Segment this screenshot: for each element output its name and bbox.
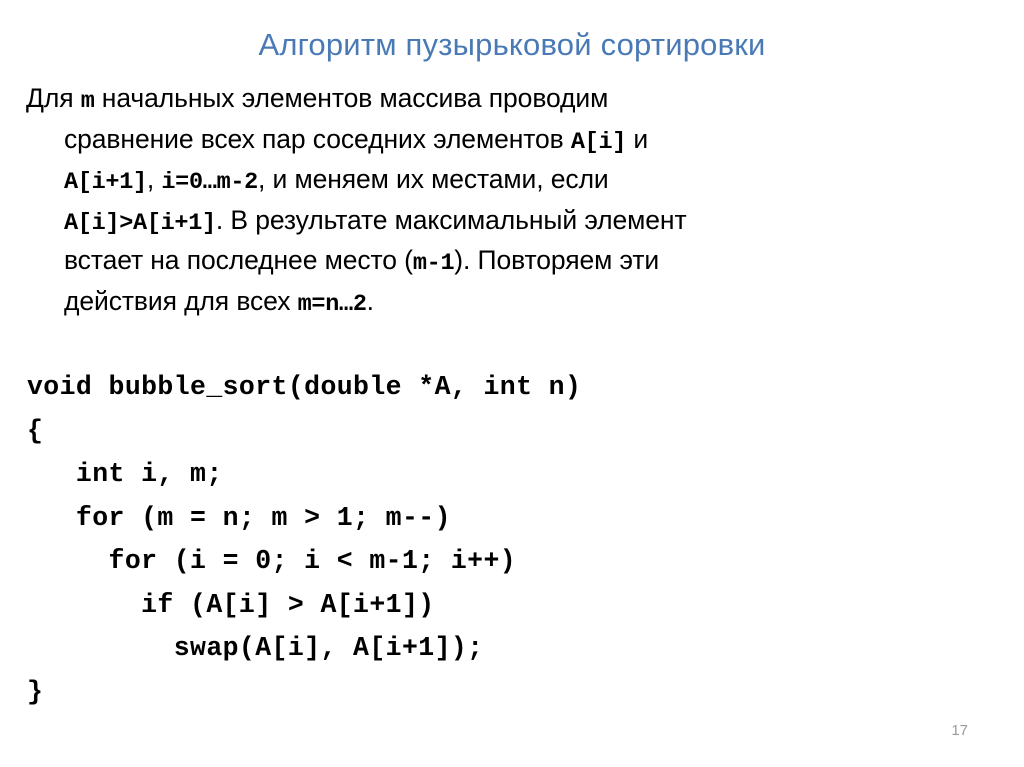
- code-line: int i, m;: [27, 459, 223, 489]
- inline-code: A[i]>A[i+1]: [64, 209, 216, 237]
- code-line: {: [27, 415, 44, 446]
- code-line: void bubble_sort(double *A, int n): [27, 372, 582, 402]
- inline-code: m=n…2: [297, 290, 367, 318]
- inline-code: A[i+1]: [64, 169, 147, 197]
- page-title: Алгоритм пузырьковой сортировки: [258, 26, 766, 62]
- paragraph-text: . В результате максимальный элемент: [215, 204, 687, 235]
- code-line: for (m = n; m > 1; m--): [27, 502, 451, 533]
- inline-code: A[i]: [570, 128, 627, 156]
- paragraph-text: встает на последнее место (: [64, 245, 413, 276]
- inline-code: m: [80, 88, 95, 115]
- paragraph-line: Для m начальных элементов массива провод…: [26, 80, 1006, 121]
- slide: Алгоритм пузырьковой сортировки Для m на…: [0, 0, 1024, 767]
- inline-code: m-1: [412, 250, 455, 278]
- paragraph-line: A[i+1], i=0…m-2, и меняем их местами, ес…: [26, 161, 1006, 202]
- paragraph-text: сравнение всех пар соседних элементов: [64, 123, 571, 154]
- code-line: }: [27, 676, 44, 707]
- paragraph-text: ). Повторяем эти: [454, 245, 660, 276]
- paragraph-line: A[i]>A[i+1]. В результате максимальный э…: [26, 202, 1006, 243]
- code-line: if (A[i] > A[i+1]): [27, 589, 435, 620]
- paragraph-text: .: [366, 285, 374, 316]
- paragraph-line: действия для всех m=n…2.: [26, 283, 1006, 324]
- description-paragraph: Для m начальных элементов массива провод…: [26, 80, 1006, 324]
- paragraph-text: Для: [26, 83, 81, 113]
- paragraph-line: встает на последнее место (m-1). Повторя…: [26, 242, 1006, 283]
- paragraph-text: и: [626, 123, 649, 154]
- paragraph-text: , и меняем их местами, если: [257, 164, 609, 195]
- paragraph-text: начальных элементов массива проводим: [94, 83, 609, 113]
- inline-code: i=0…m-2: [161, 169, 258, 197]
- code-line: swap(A[i], A[i+1]);: [27, 633, 484, 663]
- paragraph-text: действия для всех: [64, 285, 298, 316]
- page-number: 17: [951, 722, 968, 739]
- code-listing: void bubble_sort(double *A, int n) { int …: [27, 366, 1007, 714]
- paragraph-text: ,: [146, 164, 162, 195]
- paragraph-line: сравнение всех пар соседних элементов A[…: [26, 121, 1006, 162]
- code-line: for (i = 0; i < m-1; i++): [27, 546, 517, 576]
